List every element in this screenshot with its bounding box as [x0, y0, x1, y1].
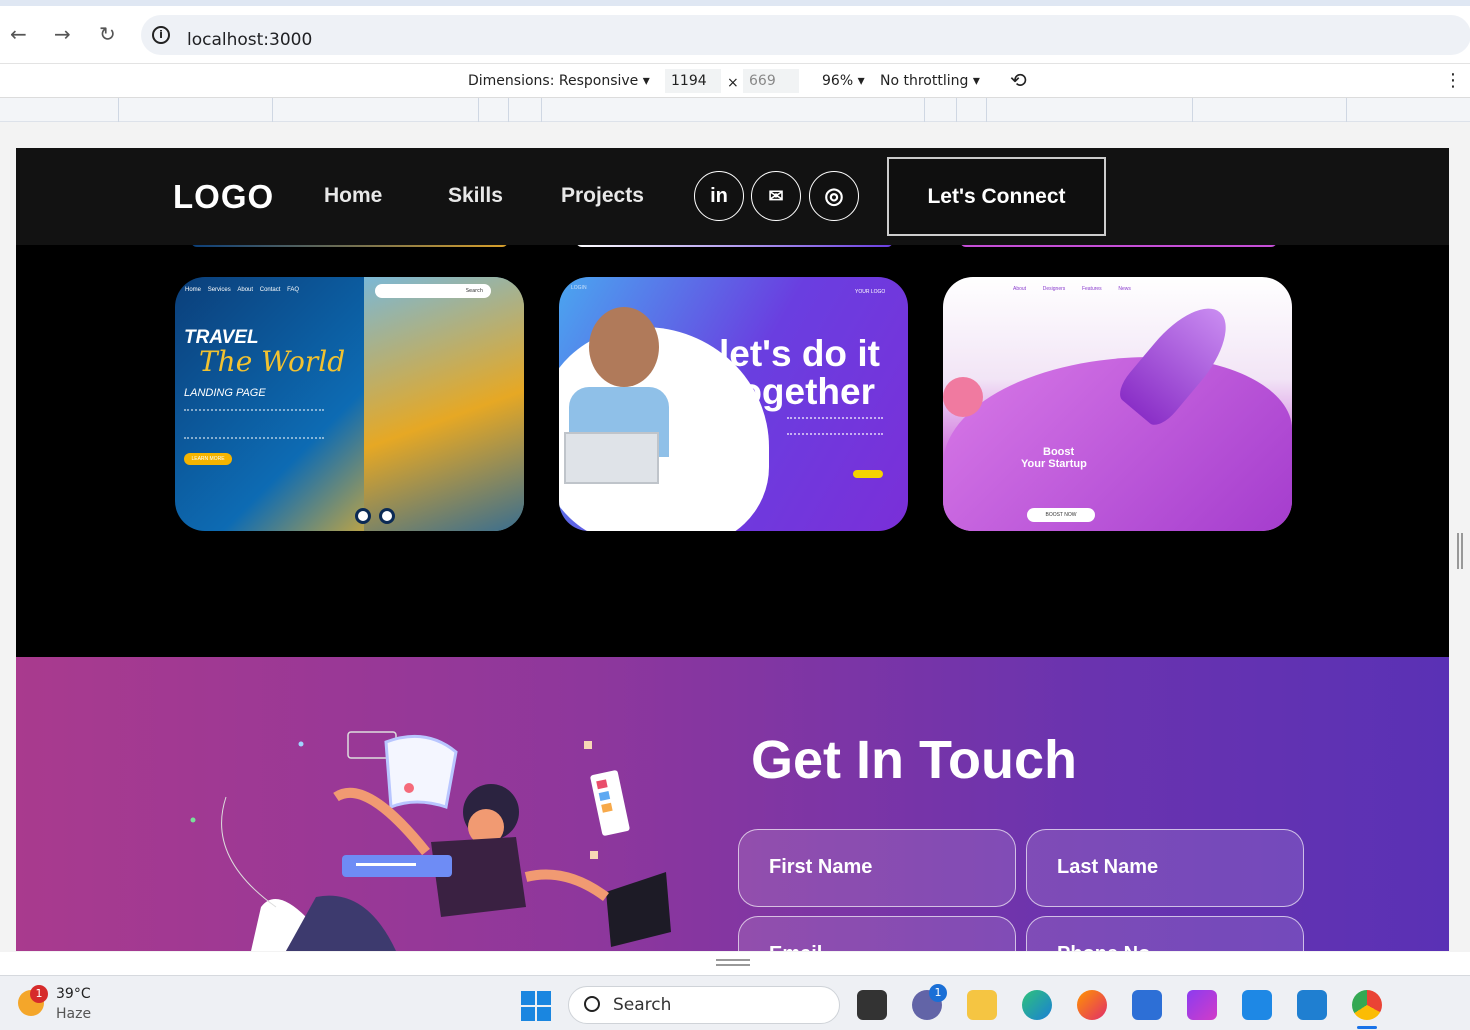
lets-connect-button[interactable]: Let's Connect [887, 157, 1106, 236]
dimensions-dropdown[interactable]: Dimensions: Responsive ▾ [468, 73, 650, 89]
media-query-ruler [0, 98, 1470, 122]
windows-start-icon[interactable] [521, 991, 551, 1021]
taskbar-search[interactable]: Search [568, 986, 840, 1024]
project-card-travel[interactable]: Home Services About Contact FAQ Search T… [175, 277, 524, 531]
throttling-dropdown[interactable]: No throttling ▾ [880, 73, 980, 89]
navbar: LOGO Home Skills Projects in ✉ ◎ Let's C… [16, 148, 1449, 245]
search-icon [584, 996, 600, 1012]
firefox-icon[interactable] [1077, 990, 1107, 1020]
card-subtitle: LANDING PAGE [184, 387, 266, 399]
card-laptop [564, 432, 659, 484]
contact-section: Get In Touch First Name Last Name Email … [16, 657, 1449, 951]
vscode-icon[interactable] [1297, 990, 1327, 1020]
next-arrow-icon [379, 508, 395, 524]
nav-link-projects[interactable]: Projects [561, 184, 644, 208]
card-photo [364, 277, 524, 531]
temperature[interactable]: 39°C [56, 986, 91, 1002]
rotate-icon[interactable]: ⟲ [1010, 68, 1027, 92]
prev-arrow-icon [355, 508, 371, 524]
card-headline: together [727, 371, 875, 412]
edge-icon[interactable] [1022, 990, 1052, 1020]
website: LOGO Home Skills Projects in ✉ ◎ Let's C… [16, 148, 1449, 951]
width-input[interactable]: 1194 [665, 69, 721, 93]
devtools-device-toolbar: Dimensions: Responsive ▾ 1194 × 669 96% … [0, 64, 1470, 98]
browser-toolbar: ← → ↻ i localhost:3000 [0, 6, 1470, 64]
clipchamp-icon[interactable] [1187, 990, 1217, 1020]
file-explorer-icon[interactable] [967, 990, 997, 1020]
card-body-text [184, 409, 324, 439]
mail-icon[interactable]: ✉ [751, 171, 801, 221]
card-search: Search [375, 284, 491, 298]
last-name-field[interactable]: Last Name [1026, 829, 1304, 907]
card-cta: BOOST NOW [1027, 508, 1095, 522]
card-cta: LEARN MORE [184, 453, 232, 465]
instagram-icon[interactable]: ◎ [809, 171, 859, 221]
forward-icon[interactable]: → [54, 24, 71, 44]
site-logo[interactable]: LOGO [173, 178, 274, 216]
card-wave [943, 357, 1292, 531]
more-options-icon[interactable]: ⋮ [1444, 70, 1462, 91]
card-title: Boost [1043, 446, 1075, 458]
card-title: Your Startup [1021, 458, 1087, 470]
weather-condition[interactable]: Haze [56, 1006, 91, 1022]
chat-badge: 1 [929, 984, 947, 1002]
reload-icon[interactable]: ↻ [99, 24, 116, 44]
task-view-icon[interactable] [857, 990, 887, 1020]
card-body-text [787, 417, 883, 435]
viewport-resize-handle-bottom[interactable] [716, 959, 750, 966]
nav-link-skills[interactable]: Skills [448, 184, 503, 208]
height-input[interactable]: 669 [743, 69, 799, 93]
active-app-indicator [1357, 1026, 1377, 1029]
contact-illustration [190, 731, 671, 951]
zoom-dropdown[interactable]: 96% ▾ [822, 73, 865, 89]
card-title-script: The World [199, 345, 346, 378]
card-menu: LOGIN [571, 285, 587, 291]
project-card-startup[interactable]: About Designers Features News Boost Your… [943, 277, 1292, 531]
weather-badge: 1 [30, 985, 48, 1003]
url-text[interactable]: localhost:3000 [187, 30, 312, 50]
card-brand: YOUR LOGO [855, 289, 886, 295]
media-player-icon[interactable] [1242, 990, 1272, 1020]
chrome-icon[interactable] [1352, 990, 1382, 1020]
address-bar[interactable] [141, 15, 1470, 55]
card-headline: let's do it [719, 333, 880, 374]
site-info-icon[interactable]: i [152, 26, 170, 44]
first-name-field[interactable]: First Name [738, 829, 1016, 907]
project-card-together[interactable]: LOGIN YOUR LOGO let's do it together [559, 277, 908, 531]
windows-taskbar: 1 39°C Haze Search 1 [0, 975, 1470, 1030]
phone-field[interactable]: Phone No. [1026, 916, 1304, 951]
store-icon[interactable] [1132, 990, 1162, 1020]
card-planet [943, 377, 983, 417]
card-cta [853, 470, 883, 478]
card-menu: Home Services About Contact FAQ [185, 287, 300, 293]
contact-heading: Get In Touch [751, 730, 1077, 790]
viewport-resize-handle-right[interactable] [1457, 533, 1463, 569]
card-person [589, 307, 659, 387]
linkedin-icon[interactable]: in [694, 171, 744, 221]
back-icon[interactable]: ← [10, 24, 27, 44]
dimension-separator: × [727, 75, 739, 91]
card-menu: About Designers Features News [1013, 286, 1131, 292]
email-field[interactable]: Email [738, 916, 1016, 951]
nav-link-home[interactable]: Home [324, 184, 382, 208]
